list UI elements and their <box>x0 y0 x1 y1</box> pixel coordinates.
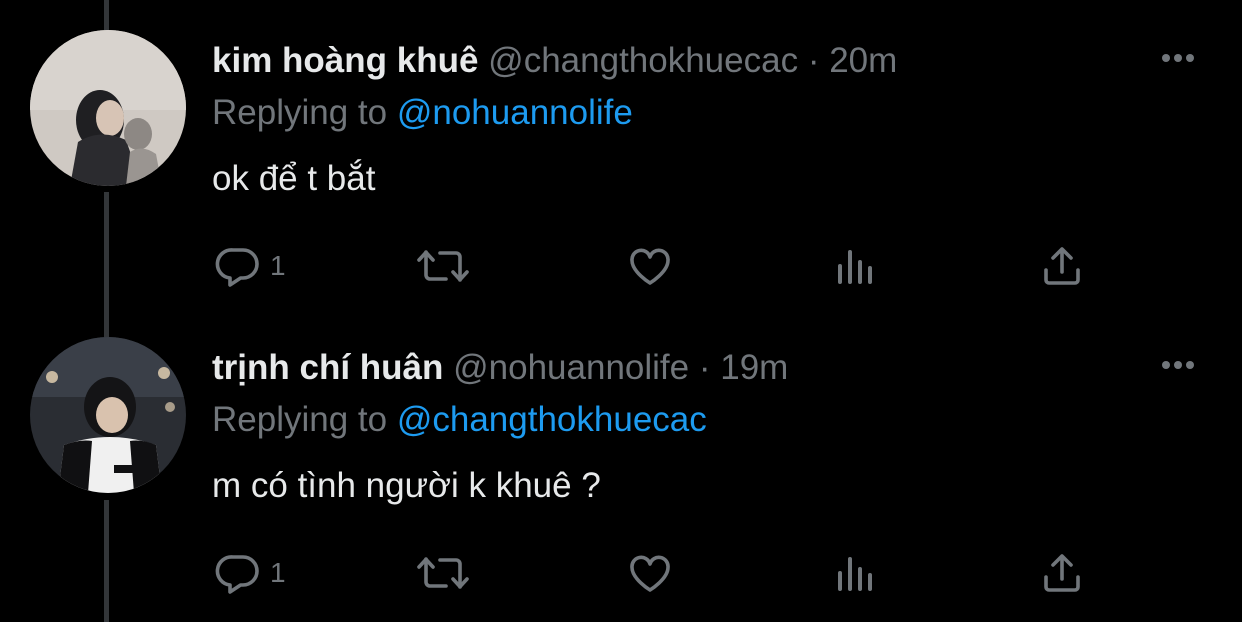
tweet-actions: 1 <box>0 238 1242 294</box>
retweet-icon <box>417 250 469 282</box>
retweet-icon <box>417 557 469 589</box>
mention-link[interactable]: @changthokhuecac <box>397 400 707 439</box>
more-icon[interactable] <box>1158 353 1198 377</box>
user-handle[interactable]: @changthokhuecac <box>488 41 798 80</box>
tweet-text: ok để t bắt <box>212 159 376 198</box>
tweet-text: m có tình người k khuê ? <box>212 466 601 505</box>
reply-count: 1 <box>270 557 286 588</box>
share-button[interactable] <box>1038 545 1086 601</box>
timestamp[interactable]: 20m <box>829 41 897 80</box>
avatar-photo <box>30 337 186 493</box>
timestamp[interactable]: 19m <box>720 348 788 387</box>
like-button[interactable] <box>626 545 674 601</box>
analytics-icon <box>838 250 872 284</box>
analytics-button[interactable] <box>832 545 880 601</box>
avatar[interactable] <box>30 337 186 493</box>
avatar-photo <box>30 30 186 186</box>
user-handle[interactable]: @nohuannolife <box>453 348 689 387</box>
share-icon <box>1044 247 1080 285</box>
tweet-header: trịnh chí huân @nohuannolife · 19m <box>212 345 788 391</box>
tweet[interactable]: trịnh chí huân @nohuannolife · 19m Reply… <box>0 307 1242 614</box>
like-button[interactable] <box>626 238 674 294</box>
replying-to: Replying to @nohuannolife <box>212 90 633 136</box>
avatar[interactable] <box>30 30 186 186</box>
display-name[interactable]: kim hoàng khuê <box>212 41 478 80</box>
tweet-actions: 1 <box>0 545 1242 601</box>
analytics-icon <box>838 557 872 591</box>
reply-count: 1 <box>270 250 286 281</box>
tweet-header: kim hoàng khuê @changthokhuecac · 20m <box>212 38 897 84</box>
display-name[interactable]: trịnh chí huân <box>212 348 443 387</box>
separator-dot: · <box>698 348 711 387</box>
share-icon <box>1044 554 1080 592</box>
analytics-button[interactable] <box>832 238 880 294</box>
replying-to: Replying to @changthokhuecac <box>212 397 707 443</box>
heart-icon <box>630 248 670 285</box>
reply-icon <box>215 248 259 287</box>
retweet-button[interactable] <box>414 238 472 294</box>
retweet-button[interactable] <box>414 545 472 601</box>
mention-link[interactable]: @nohuannolife <box>397 93 633 132</box>
separator-dot: · <box>807 41 820 80</box>
reply-button[interactable]: 1 <box>214 238 286 294</box>
replying-prefix: Replying to <box>212 400 388 439</box>
reply-icon <box>215 555 259 594</box>
more-icon[interactable] <box>1158 46 1198 70</box>
replying-prefix: Replying to <box>212 93 388 132</box>
tweet[interactable]: kim hoàng khuê @changthokhuecac · 20m Re… <box>0 0 1242 307</box>
heart-icon <box>630 555 670 592</box>
share-button[interactable] <box>1038 238 1086 294</box>
reply-button[interactable]: 1 <box>214 545 286 601</box>
